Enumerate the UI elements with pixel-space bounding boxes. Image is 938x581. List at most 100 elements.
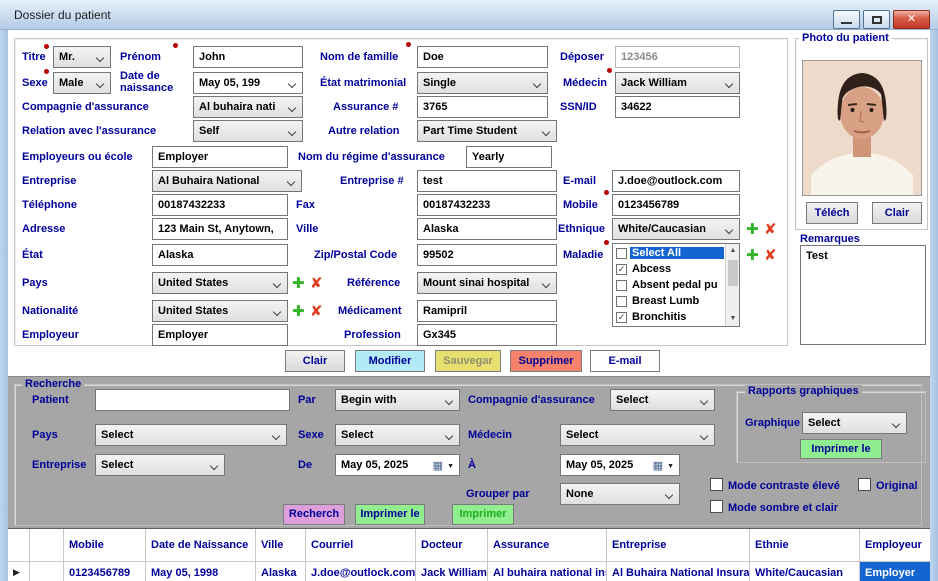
de-date-picker[interactable]: May 05, 2025▦▼ — [335, 454, 460, 476]
sexe-dropdown[interactable]: Male — [53, 72, 111, 94]
table-header-entreprise[interactable]: Entreprise — [607, 529, 750, 562]
graphique-dropdown[interactable]: Select — [802, 412, 907, 434]
table-cell-employeur-selected[interactable]: Employer — [860, 562, 930, 581]
contraste-checkbox[interactable] — [710, 478, 723, 491]
fax-input[interactable]: 00187432233 — [417, 194, 557, 216]
email-input[interactable]: J.doe@outlock.com — [612, 170, 740, 192]
checkbox-icon[interactable] — [616, 296, 627, 307]
medicament-input[interactable]: Ramipril — [417, 300, 557, 322]
etat-matrimonial-dropdown[interactable]: Single — [417, 72, 548, 94]
table-cell-ville[interactable]: Alaska — [256, 562, 306, 581]
ethnique-dropdown[interactable]: White/Caucasian — [612, 218, 740, 240]
entreprise-num-input[interactable]: test — [417, 170, 557, 192]
checkbox-checked-icon[interactable]: ✓ — [616, 312, 627, 323]
telephone-input[interactable]: 00187432233 — [152, 194, 288, 216]
checkbox-checked-icon[interactable]: ✓ — [616, 264, 627, 275]
titre-dropdown[interactable]: Mr. — [53, 46, 111, 68]
remarques-textarea[interactable]: Test — [800, 245, 926, 345]
scroll-up-icon[interactable]: ▲ — [726, 244, 740, 258]
clair-button[interactable]: Clair — [285, 350, 345, 372]
zip-input[interactable]: 99502 — [417, 244, 557, 266]
scrollbar-thumb[interactable] — [728, 260, 738, 286]
nationalite-dropdown[interactable]: United States — [152, 300, 288, 322]
table-cell-date-naissance[interactable]: May 05, 1998 — [146, 562, 256, 581]
nom-famille-input[interactable]: Doe — [417, 46, 548, 68]
nationalite-delete-icon[interactable]: ✘ — [310, 302, 323, 320]
table-cell-docteur[interactable]: Jack William — [416, 562, 488, 581]
pays-add-icon[interactable]: ✚ — [292, 274, 305, 292]
search-entreprise-dropdown[interactable]: Select — [95, 454, 225, 476]
table-cell-courriel[interactable]: J.doe@outlock.com — [306, 562, 416, 581]
sauvegar-button[interactable]: Sauvegar — [435, 350, 501, 372]
row-selector-icon[interactable]: ▶ — [8, 562, 30, 581]
a-date-picker[interactable]: May 05, 2025▦▼ — [560, 454, 680, 476]
telech-button[interactable]: Téléch — [806, 202, 858, 224]
recherch-button[interactable]: Recherch — [283, 504, 345, 525]
etat-input[interactable]: Alaska — [152, 244, 288, 266]
imprimer-button[interactable]: Imprimer — [452, 504, 514, 525]
adresse-input[interactable]: 123 Main St, Anytown, — [152, 218, 288, 240]
grouper-par-dropdown[interactable]: None — [560, 483, 680, 505]
table-header-date-naissance[interactable]: Date de Naissance — [146, 529, 256, 562]
prenom-input[interactable]: John — [193, 46, 303, 68]
scroll-down-icon[interactable]: ▼ — [726, 312, 740, 326]
table-header-docteur[interactable]: Docteur — [416, 529, 488, 562]
maladie-listbox[interactable]: Select All ✓Abcess Absent pedal pu Breas… — [612, 243, 740, 327]
ssn-input[interactable]: 34622 — [615, 96, 740, 118]
search-pays-dropdown[interactable]: Select — [95, 424, 287, 446]
maladie-item-select-all[interactable]: Select All — [614, 245, 724, 261]
table-header-selector[interactable] — [8, 529, 30, 562]
maximize-button[interactable] — [863, 10, 890, 29]
minimize-button[interactable] — [833, 10, 860, 29]
patient-search-input[interactable] — [95, 389, 290, 411]
ethnique-delete-icon[interactable]: ✘ — [764, 220, 777, 238]
pays-delete-icon[interactable]: ✘ — [310, 274, 323, 292]
photo-clair-button[interactable]: Clair — [872, 202, 922, 224]
rapports-imprimer-le-button[interactable]: Imprimer le — [800, 439, 882, 459]
table-cell-ethnie[interactable]: White/Caucasian — [750, 562, 860, 581]
sombre-checkbox[interactable] — [710, 500, 723, 513]
profession-input[interactable]: Gx345 — [417, 324, 557, 346]
original-checkbox[interactable] — [858, 478, 871, 491]
checkbox-icon[interactable] — [616, 280, 627, 291]
nationalite-add-icon[interactable]: ✚ — [292, 302, 305, 320]
maladie-delete-icon[interactable]: ✘ — [764, 246, 777, 264]
par-dropdown[interactable]: Begin with — [335, 389, 460, 411]
autre-relation-dropdown[interactable]: Part Time Student — [417, 120, 557, 142]
table-cell[interactable] — [30, 562, 64, 581]
assurance-num-input[interactable]: 3765 — [417, 96, 548, 118]
relation-assurance-dropdown[interactable]: Self — [193, 120, 303, 142]
regime-assurance-input[interactable]: Yearly — [466, 146, 552, 168]
reference-dropdown[interactable]: Mount sinai hospital — [417, 272, 557, 294]
entreprise-dropdown[interactable]: Al Buhaira National — [152, 170, 302, 192]
search-compagnie-dropdown[interactable]: Select — [610, 389, 715, 411]
employeur-input[interactable]: Employer — [152, 324, 288, 346]
ville-input[interactable]: Alaska — [417, 218, 557, 240]
email-button[interactable]: E-mail — [590, 350, 660, 372]
table-row[interactable]: ▶ 0123456789 May 05, 1998 Alaska J.doe@o… — [8, 562, 930, 581]
maladie-item[interactable]: ✓Bronchitis — [614, 309, 724, 325]
table-header-mobile[interactable]: Mobile — [64, 529, 146, 562]
mobile-input[interactable]: 0123456789 — [612, 194, 740, 216]
modifier-button[interactable]: Modifier — [355, 350, 425, 372]
compagnie-assurance-dropdown[interactable]: Al buhaira nati — [193, 96, 303, 118]
search-medecin-dropdown[interactable]: Select — [560, 424, 715, 446]
date-naissance-dropdown[interactable]: May 05, 199 — [193, 72, 303, 94]
table-header[interactable] — [30, 529, 64, 562]
search-imprimer-le-button[interactable]: Imprimer le — [355, 504, 425, 525]
table-cell-assurance[interactable]: Al buhaira national ins — [488, 562, 607, 581]
maladie-item[interactable]: Absent pedal pu — [614, 277, 724, 293]
maladie-item[interactable]: ✓Abcess — [614, 261, 724, 277]
table-header-ethnie[interactable]: Ethnie — [750, 529, 860, 562]
table-header-ville[interactable]: Ville — [256, 529, 306, 562]
ethnique-add-icon[interactable]: ✚ — [746, 220, 759, 238]
table-cell-mobile[interactable]: 0123456789 — [64, 562, 146, 581]
table-header-employeur[interactable]: Employeur — [860, 529, 930, 562]
medecin-dropdown[interactable]: Jack William — [615, 72, 740, 94]
checkbox-icon[interactable] — [616, 248, 627, 259]
table-cell-entreprise[interactable]: Al Buhaira National Insurance — [607, 562, 750, 581]
close-button[interactable]: ✕ — [893, 10, 930, 29]
pays-dropdown[interactable]: United States — [152, 272, 288, 294]
title-bar[interactable]: Dossier du patient — [0, 0, 938, 30]
supprimer-button[interactable]: Supprimer — [510, 350, 582, 372]
